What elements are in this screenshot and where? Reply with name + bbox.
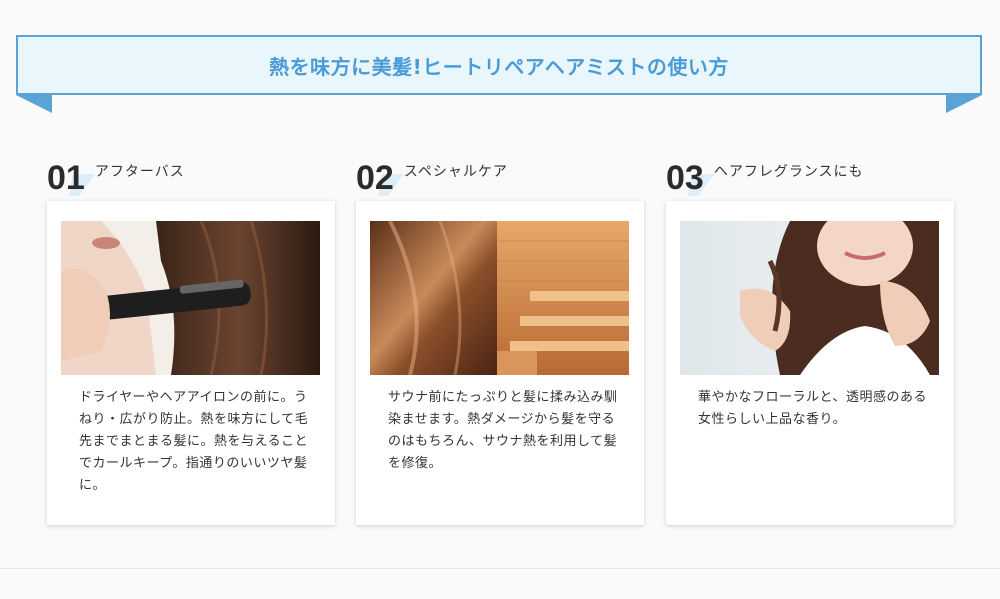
- step-label: アフターバス: [94, 164, 185, 180]
- step-column-2: 02 スペシャルケア サウナ前にたっぷりと髪に揉み込み馴染ませます。熱ダメージか…: [356, 150, 644, 525]
- step-card: 華やかなフローラルと、透明感のある女性らしい上品な香り。: [666, 201, 954, 525]
- step-number: 02: [356, 159, 394, 197]
- woman-using-hair-iron-photo: [61, 221, 320, 375]
- step-description: ドライヤーやヘアアイロンの前に。うねり・広がり防止。熱を味方にして毛先までまとま…: [79, 390, 309, 493]
- ribbon-fold-right: [946, 95, 982, 113]
- step-heading: 01 アフターバス: [47, 150, 335, 197]
- step-heading: 02 スペシャルケア: [356, 150, 644, 197]
- step-number: 03: [666, 159, 704, 197]
- step-label: スペシャルケア: [403, 164, 508, 180]
- glossy-hair-and-sauna-photo: [370, 221, 629, 375]
- section-title: 熱を味方に美髪!ヒートリペアヘアミストの使い方: [269, 54, 729, 79]
- woman-touching-hair-photo: [680, 221, 939, 375]
- step-label: ヘアフレグランスにも: [713, 164, 864, 180]
- step-description: 華やかなフローラルと、透明感のある女性らしい上品な香り。: [698, 390, 927, 427]
- section-title-banner: 熱を味方に美髪!ヒートリペアヘアミストの使い方: [16, 35, 982, 95]
- step-description: サウナ前にたっぷりと髪に揉み込み馴染ませます。熱ダメージから髪を守るのはもちろん…: [388, 390, 618, 471]
- section-divider: [0, 568, 1000, 569]
- step-column-1: 01 アフターバス ドライヤーやヘアアイロンの前に。うねり・広がり防止。熱を味方…: [47, 150, 335, 525]
- step-number: 01: [47, 159, 85, 197]
- ribbon-fold-left: [16, 95, 52, 113]
- step-card: ドライヤーやヘアアイロンの前に。うねり・広がり防止。熱を味方にして毛先までまとま…: [47, 201, 335, 525]
- step-column-3: 03 ヘアフレグランスにも 華やかなフローラルと、透明感のある女性らしい上品な香…: [666, 150, 954, 525]
- step-heading: 03 ヘアフレグランスにも: [666, 150, 954, 197]
- step-card: サウナ前にたっぷりと髪に揉み込み馴染ませます。熱ダメージから髪を守るのはもちろん…: [356, 201, 644, 525]
